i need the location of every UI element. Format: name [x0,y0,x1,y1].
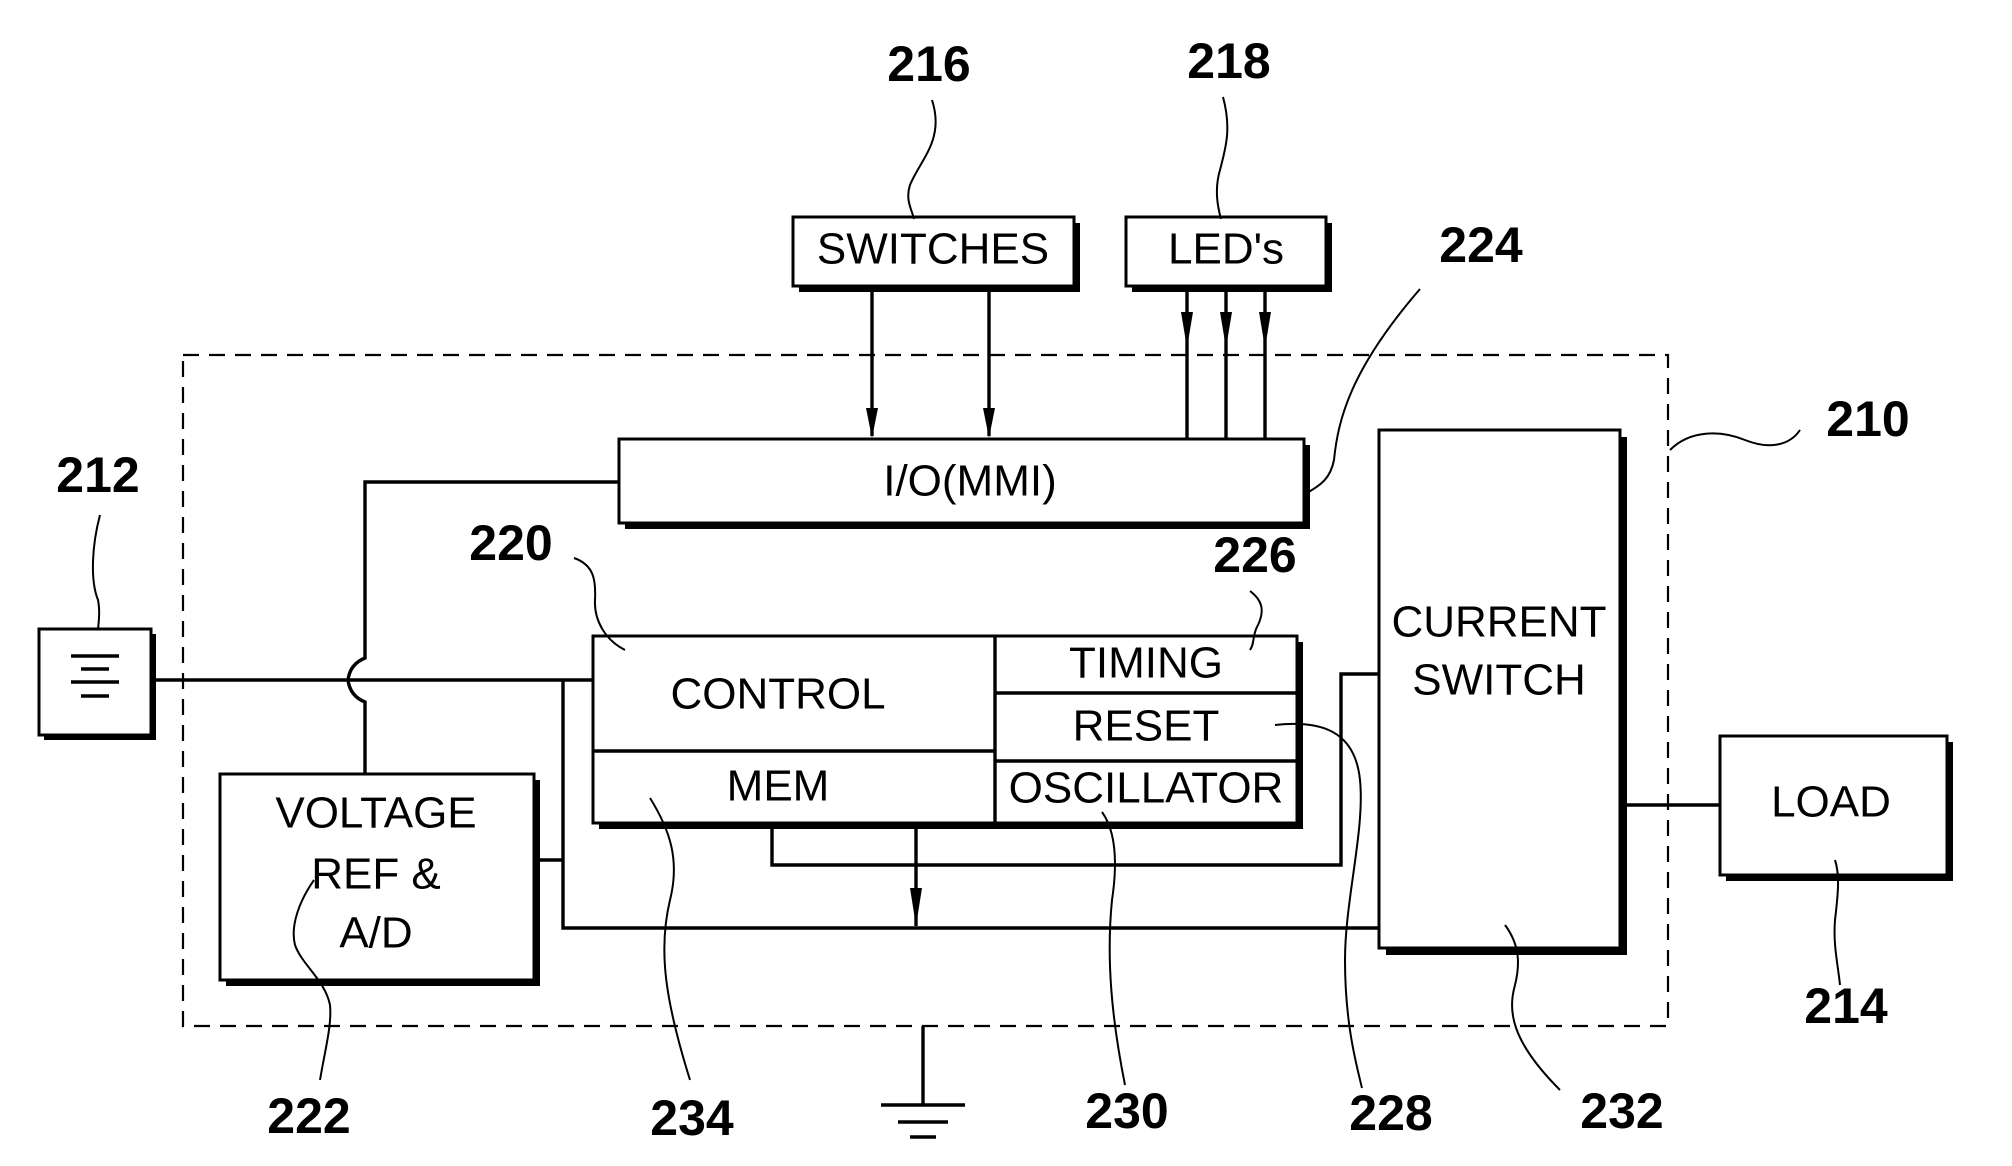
block-diagram: SWITCHES LED's I/O(MMI) CONTROL MEM TIMI… [37,33,1953,1146]
ref-216: 216 [887,36,970,92]
arrowhead-control-bus [910,888,922,926]
ref-222: 222 [267,1088,350,1144]
ref-230: 230 [1085,1083,1168,1139]
io-label: I/O(MMI) [883,457,1057,506]
leader-210 [1669,429,1801,451]
ref-228: 228 [1349,1085,1432,1141]
current-switch-block: CURRENT SWITCH [1377,428,1627,955]
leds-block: LED's [1124,215,1332,292]
leader-234 [649,797,691,1081]
timing-label: TIMING [1069,639,1223,688]
switches-block: SWITCHES [791,215,1080,292]
reset-label: RESET [1073,702,1220,751]
switches-label: SWITCHES [817,225,1049,274]
control-label: CONTROL [670,670,885,719]
oscillator-label: OSCILLATOR [1009,764,1284,813]
arrowhead-switches-io-1 [866,408,878,438]
arrowhead-io-leds-3 [1259,312,1271,348]
voltage-ref-block: VOLTAGE REF & A/D [218,772,540,986]
ground-icon [881,1103,965,1139]
current-switch-label-2: SWITCH [1412,656,1586,705]
leds-label: LED's [1168,225,1284,274]
voltage-ref-label-2: REF & [311,850,441,899]
battery-icon [37,627,156,740]
ref-212: 212 [56,447,139,503]
current-switch-label-1: CURRENT [1391,598,1606,647]
arrowhead-io-leds-2 [1220,312,1232,348]
ref-218: 218 [1187,33,1270,89]
io-block: I/O(MMI) [617,437,1310,529]
leader-230 [1101,811,1126,1086]
ref-226: 226 [1213,527,1296,583]
leader-218 [1215,96,1229,220]
ref-234: 234 [650,1090,734,1146]
ref-224: 224 [1439,217,1523,273]
voltage-ref-label-1: VOLTAGE [275,789,476,838]
arrowhead-switches-io-2 [983,408,995,438]
leader-212 [91,514,101,630]
load-block: LOAD [1718,734,1953,881]
mem-label: MEM [727,762,830,811]
ref-232: 232 [1580,1083,1663,1139]
arrowhead-io-leds-1 [1181,312,1193,348]
leader-216 [907,99,937,220]
controller-block: CONTROL MEM TIMING RESET OSCILLATOR [591,634,1303,829]
load-label: LOAD [1771,778,1891,827]
voltage-ref-label-3: A/D [339,909,412,958]
ref-220: 220 [469,515,552,571]
ref-210: 210 [1826,391,1909,447]
ref-214: 214 [1804,978,1888,1034]
